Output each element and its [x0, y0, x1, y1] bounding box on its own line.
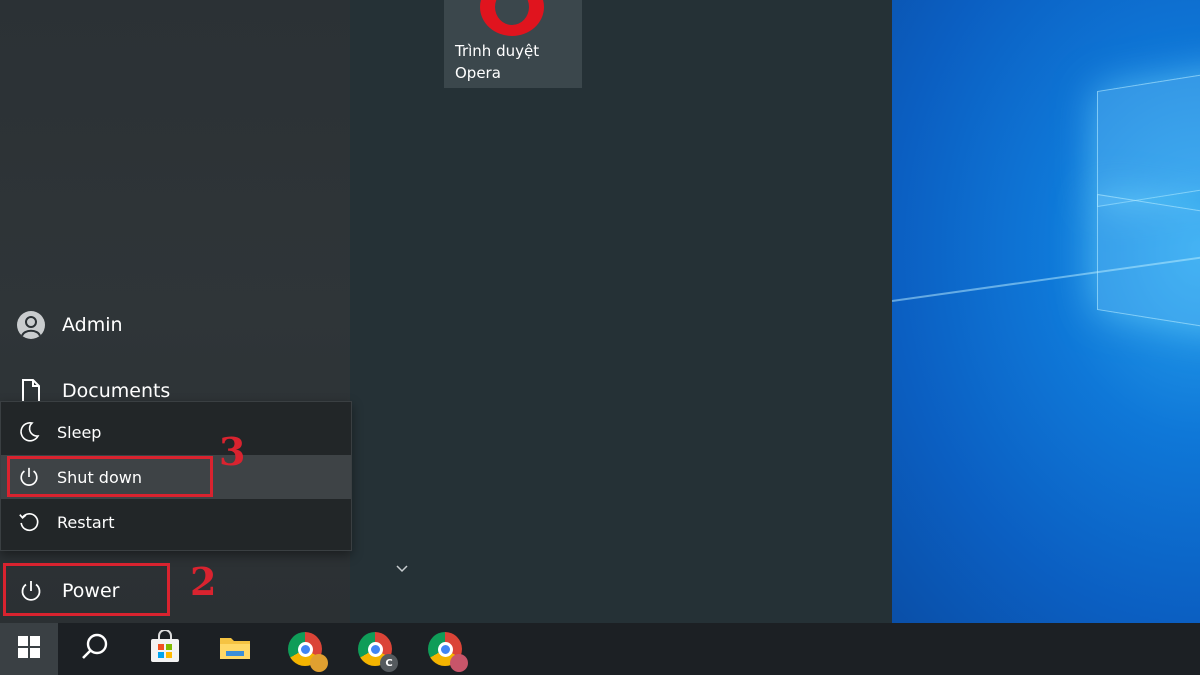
windows-logo-icon	[18, 636, 40, 662]
opera-logo-icon	[480, 0, 544, 36]
user-account-button[interactable]: Admin	[0, 301, 350, 349]
chrome-icon	[428, 632, 468, 672]
search-icon	[80, 632, 110, 666]
moon-icon	[1, 421, 57, 443]
tile-label-line2: Opera	[455, 64, 501, 82]
profile-avatar-icon	[450, 654, 468, 672]
user-account-label: Admin	[62, 314, 123, 336]
taskbar: C	[0, 623, 1200, 675]
annotation-number-3: 3	[219, 429, 246, 474]
search-button[interactable]	[66, 623, 124, 675]
user-avatar-icon	[17, 311, 45, 339]
documents-label: Documents	[62, 380, 171, 402]
chrome-profile-3-button[interactable]	[416, 623, 474, 675]
microsoft-store-button[interactable]	[136, 623, 194, 675]
start-menu-tiles-area: Trình duyệt Opera	[350, 0, 892, 623]
wallpaper-logo-pane	[1097, 68, 1200, 208]
restart-label: Restart	[57, 512, 115, 532]
expand-chevron-icon[interactable]	[395, 562, 409, 578]
microsoft-store-icon	[148, 629, 182, 668]
annotation-box-step2	[3, 563, 170, 616]
profile-avatar-icon	[310, 654, 328, 672]
start-button[interactable]	[0, 623, 58, 675]
file-explorer-icon	[218, 632, 252, 666]
chrome-profile-1-button[interactable]	[276, 623, 334, 675]
desktop-wallpaper	[892, 0, 1200, 623]
sleep-label: Sleep	[57, 422, 102, 442]
annotation-box-step3	[7, 456, 213, 497]
annotation-number-2: 2	[190, 559, 217, 604]
opera-browser-tile[interactable]: Trình duyệt Opera	[444, 0, 582, 88]
restart-icon	[1, 511, 57, 533]
file-explorer-button[interactable]	[206, 623, 264, 675]
tile-label-line1: Trình duyệt	[455, 42, 540, 60]
restart-option[interactable]: Restart	[1, 500, 351, 544]
sleep-option[interactable]: Sleep	[1, 410, 351, 454]
chrome-profile-2-button[interactable]: C	[346, 623, 404, 675]
chrome-icon	[288, 632, 328, 672]
profile-badge: C	[380, 654, 398, 672]
chrome-icon: C	[358, 632, 398, 672]
